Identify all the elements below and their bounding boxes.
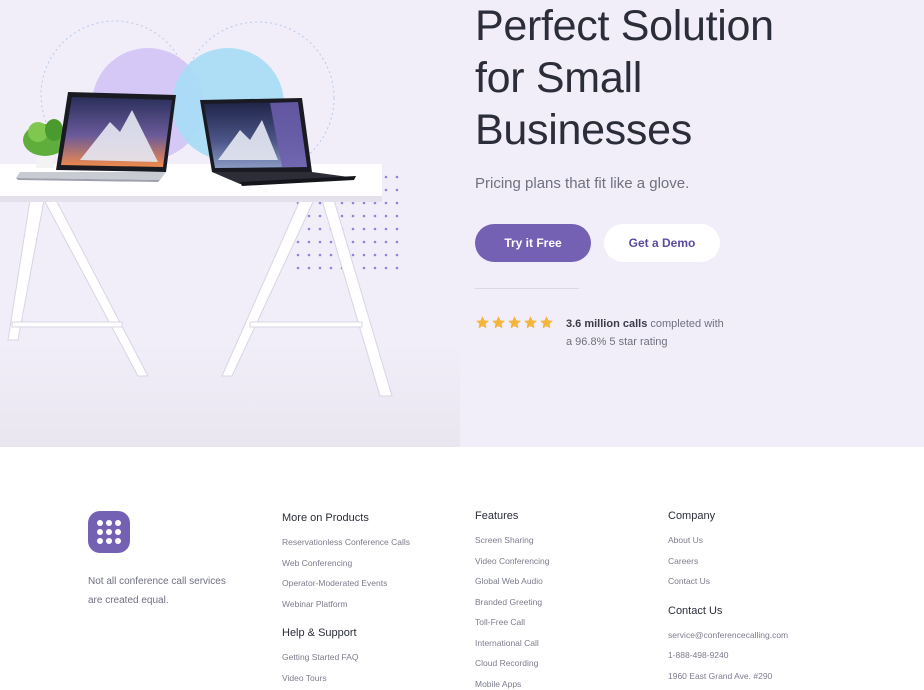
column-heading: Company — [668, 510, 716, 522]
try-it-free-button[interactable]: Try it Free — [475, 224, 591, 262]
rating-text-rest: completed with — [647, 318, 724, 330]
footer-link[interactable]: Branded Greeting — [475, 592, 550, 613]
star-icon — [508, 316, 521, 329]
footer-column-products: More on Products Reservationless Confere… — [282, 512, 410, 688]
footer-link[interactable]: Getting Started FAQ — [282, 647, 410, 668]
footer-column-features: Features Screen Sharing Video Conferenci… — [475, 510, 550, 690]
star-icon — [540, 316, 553, 329]
contact-email-link[interactable]: service@conferencecalling.com — [668, 625, 788, 646]
footer-link[interactable]: About Us — [668, 530, 788, 551]
footer-link[interactable]: Toll-Free Call — [475, 612, 550, 633]
contact-address: 1960 East Grand Ave. #290 — [668, 670, 773, 681]
star-icon — [492, 316, 505, 329]
hero-title: Perfect Solution for Small Businesses — [475, 0, 915, 156]
hero-title-line-3: Businesses — [475, 106, 692, 154]
hero-title-line-1: Perfect Solution — [475, 2, 774, 50]
rating-highlight: 3.6 million calls — [566, 318, 648, 330]
footer-link[interactable]: Global Web Audio — [475, 571, 550, 592]
footer-link[interactable]: Webinar Platform — [282, 594, 410, 615]
rating-stars — [475, 315, 554, 330]
footer-link[interactable]: Careers — [668, 551, 788, 572]
column-heading: More on Products — [282, 512, 369, 524]
footer-link[interactable]: Mobile Apps — [475, 674, 550, 690]
hero-title-line-2: for Small — [475, 54, 642, 102]
rating-text: 3.6 million calls completed with a 96.8%… — [566, 315, 766, 351]
hero-illustration — [0, 20, 460, 447]
logo-dots-icon — [97, 520, 121, 544]
column-subheading: Help & Support — [282, 627, 357, 639]
rating-line-2: a 96.8% 5 star rating — [566, 336, 668, 348]
hero-section: Perfect Solution for Small Businesses Pr… — [0, 0, 924, 447]
footer-link[interactable]: Operator-Moderated Events — [282, 573, 410, 594]
hero-divider — [475, 288, 579, 289]
footer-link[interactable]: Screen Sharing — [475, 530, 550, 551]
footer-link[interactable]: Cloud Recording — [475, 653, 550, 674]
hero-subtitle: Pricing plans that fit like a glove. — [475, 175, 690, 192]
star-icon — [476, 316, 489, 329]
footer-link[interactable]: International Call — [475, 633, 550, 654]
contact-phone-link[interactable]: 1-888-498-9240 — [668, 645, 788, 666]
brand-logo[interactable] — [88, 511, 130, 553]
footer-column-company: Company About Us Careers Contact Us Cont… — [668, 510, 788, 686]
footer-link[interactable]: Contact Us — [668, 571, 788, 592]
footer-link[interactable]: Video Conferencing — [475, 551, 550, 572]
footer-link[interactable]: Video Tours — [282, 668, 410, 689]
column-subheading: Contact Us — [668, 604, 723, 617]
footer-link[interactable]: Web Conferencing — [282, 553, 410, 574]
star-icon — [524, 316, 537, 329]
column-heading: Features — [475, 510, 519, 522]
footer-tagline: Not all conference call services are cre… — [88, 576, 226, 606]
footer-link[interactable]: Reservationless Conference Calls — [282, 532, 410, 553]
get-a-demo-button[interactable]: Get a Demo — [604, 224, 720, 262]
